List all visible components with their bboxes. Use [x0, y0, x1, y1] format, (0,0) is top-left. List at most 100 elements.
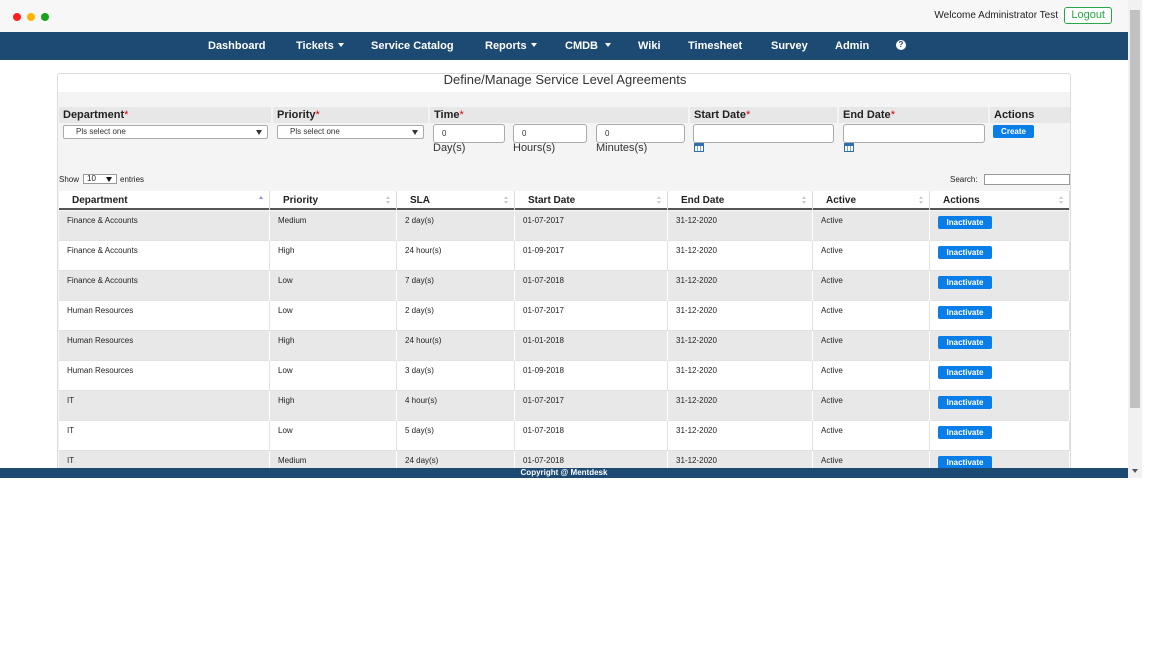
- browser-frame: Welcome Administrator Test Logout Dashbo…: [0, 0, 1142, 478]
- cell-department: Finance & Accounts: [59, 271, 270, 301]
- end-date-calendar-icon[interactable]: [844, 143, 854, 152]
- cell-actions: Inactivate: [930, 241, 1070, 271]
- nav-survey[interactable]: Survey: [771, 40, 808, 52]
- nav-admin[interactable]: Admin: [835, 40, 869, 52]
- days-unit-label: Day(s): [433, 142, 466, 154]
- cell-department: Human Resources: [59, 331, 270, 361]
- start-date-calendar-icon[interactable]: [694, 143, 704, 152]
- nav-reports[interactable]: Reports: [485, 40, 537, 52]
- cell-priority: Medium: [270, 451, 397, 468]
- priority-select[interactable]: Pls select one: [277, 125, 424, 139]
- actions-header: Actions: [990, 107, 1070, 123]
- cell-start-date: 01-07-2018: [515, 451, 668, 468]
- column-header-actions[interactable]: Actions: [930, 191, 1070, 210]
- nav-service-catalog[interactable]: Service Catalog: [371, 40, 454, 52]
- search-input[interactable]: [984, 174, 1070, 185]
- table-row: IT Low 5 day(s) 01-07-2018 31-12-2020 Ac…: [59, 421, 1070, 451]
- department-label: Department: [63, 109, 125, 121]
- nav-wiki[interactable]: Wiki: [638, 40, 661, 52]
- cell-end-date: 31-12-2020: [668, 361, 813, 391]
- cell-start-date: 01-09-2018: [515, 361, 668, 391]
- inactivate-button[interactable]: Inactivate: [938, 426, 992, 439]
- nav-survey-label: Survey: [771, 40, 808, 52]
- table-row: IT High 4 hour(s) 01-07-2017 31-12-2020 …: [59, 391, 1070, 421]
- inactivate-button[interactable]: Inactivate: [938, 216, 992, 229]
- days-input[interactable]: 0: [433, 124, 505, 143]
- cell-priority: High: [270, 241, 397, 271]
- cell-end-date: 31-12-2020: [668, 211, 813, 241]
- cell-actions: Inactivate: [930, 391, 1070, 421]
- table-row: Finance & Accounts Medium 2 day(s) 01-07…: [59, 211, 1070, 241]
- cell-active: Active: [813, 211, 930, 241]
- nav-timesheet-label: Timesheet: [688, 40, 743, 52]
- sort-icon: [1059, 196, 1064, 205]
- table-row: Finance & Accounts Low 7 day(s) 01-07-20…: [59, 271, 1070, 301]
- cell-end-date: 31-12-2020: [668, 391, 813, 421]
- actions-label: Actions: [994, 109, 1035, 121]
- nav-dashboard[interactable]: Dashboard: [208, 40, 265, 52]
- cell-department: IT: [59, 391, 270, 421]
- inactivate-button[interactable]: Inactivate: [938, 456, 992, 468]
- help-question-icon[interactable]: ?: [896, 40, 906, 50]
- nav-timesheet[interactable]: Timesheet: [688, 40, 742, 52]
- nav-tickets-label: Tickets: [296, 40, 334, 52]
- cell-active: Active: [813, 361, 930, 391]
- nav-cmdb-label: CMDB: [565, 40, 598, 52]
- table-row: IT Medium 24 day(s) 01-07-2018 31-12-202…: [59, 451, 1070, 468]
- cell-priority: High: [270, 391, 397, 421]
- inactivate-button[interactable]: Inactivate: [938, 306, 992, 319]
- maximize-window-icon[interactable]: [41, 13, 49, 21]
- minimize-window-icon[interactable]: [27, 13, 35, 21]
- minutes-input[interactable]: 0: [596, 124, 685, 143]
- cell-end-date: 31-12-2020: [668, 451, 813, 468]
- cell-end-date: 31-12-2020: [668, 331, 813, 361]
- cell-department: Finance & Accounts: [59, 241, 270, 271]
- column-header-department[interactable]: Department: [59, 191, 270, 210]
- department-select[interactable]: Pls select one: [63, 125, 268, 139]
- required-marker: *: [745, 109, 751, 121]
- inactivate-button[interactable]: Inactivate: [938, 366, 992, 379]
- nav-wiki-label: Wiki: [638, 40, 661, 52]
- entries-select[interactable]: 10: [83, 174, 117, 184]
- time-label: Time: [434, 109, 460, 121]
- inactivate-button[interactable]: Inactivate: [938, 276, 992, 289]
- caret-down-icon: [530, 43, 537, 47]
- create-button[interactable]: Create: [993, 125, 1034, 138]
- end-date-input[interactable]: [843, 124, 985, 143]
- sort-ascending-icon: [259, 196, 264, 205]
- cell-start-date: 01-07-2018: [515, 271, 668, 301]
- nav-admin-label: Admin: [835, 40, 870, 52]
- scroll-down-arrow-icon[interactable]: [1132, 469, 1138, 473]
- cell-active: Active: [813, 271, 930, 301]
- hours-unit-label: Hours(s): [513, 142, 556, 154]
- cell-department: Finance & Accounts: [59, 211, 270, 241]
- cell-actions: Inactivate: [930, 451, 1070, 468]
- end-date-label: End Date: [843, 109, 891, 121]
- column-header-sla[interactable]: SLA: [397, 191, 515, 210]
- cell-start-date: 01-09-2017: [515, 241, 668, 271]
- column-header-priority[interactable]: Priority: [270, 191, 397, 210]
- entries-select-value: 10: [87, 174, 96, 183]
- inactivate-button[interactable]: Inactivate: [938, 396, 992, 409]
- sort-icon: [802, 196, 807, 205]
- nav-service-catalog-label: Service Catalog: [371, 40, 454, 52]
- hours-input[interactable]: 0: [513, 124, 587, 143]
- column-header-end-date[interactable]: End Date: [668, 191, 813, 210]
- logout-button[interactable]: Logout: [1064, 7, 1112, 24]
- cell-priority: Low: [270, 361, 397, 391]
- inactivate-button[interactable]: Inactivate: [938, 336, 992, 349]
- start-date-input[interactable]: [693, 124, 834, 143]
- dropdown-arrow-icon: [106, 177, 112, 182]
- top-bar: Welcome Administrator Test Logout: [0, 0, 1128, 32]
- cell-active: Active: [813, 241, 930, 271]
- nav-cmdb[interactable]: CMDB: [565, 40, 611, 52]
- column-header-active[interactable]: Active: [813, 191, 930, 210]
- scrollbar-thumb[interactable]: [1130, 10, 1140, 408]
- nav-tickets[interactable]: Tickets: [296, 40, 344, 52]
- column-header-start-date[interactable]: Start Date: [515, 191, 668, 210]
- cell-active: Active: [813, 331, 930, 361]
- cell-actions: Inactivate: [930, 421, 1070, 451]
- close-window-icon[interactable]: [13, 13, 21, 21]
- inactivate-button[interactable]: Inactivate: [938, 246, 992, 259]
- page-title: Define/Manage Service Level Agreements: [443, 72, 687, 87]
